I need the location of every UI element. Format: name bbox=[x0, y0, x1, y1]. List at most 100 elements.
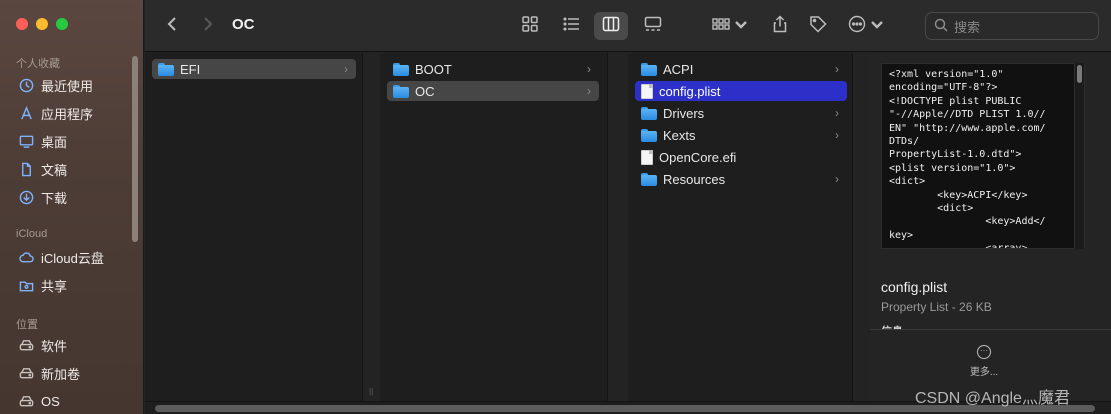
preview-file-name: config.plist bbox=[881, 279, 948, 295]
sidebar-item-label: 新加卷 bbox=[41, 366, 81, 382]
group-grid-icon bbox=[712, 15, 730, 38]
folder-icon bbox=[393, 84, 409, 98]
sidebar-item-label: OS bbox=[41, 393, 60, 409]
file-preview-content: <?xml version="1.0" encoding="UTF-8"?> <… bbox=[881, 63, 1085, 249]
preview-file-kind: Property List - 26 KB bbox=[881, 300, 992, 314]
more-button[interactable]: ··· 更多... bbox=[966, 345, 1002, 378]
sidebar-item-downloads[interactable]: 下载 bbox=[18, 187, 67, 207]
list-item-opencore-efi[interactable]: OpenCore.efi bbox=[635, 147, 847, 167]
list-item-boot[interactable]: BOOT › bbox=[387, 59, 599, 79]
list-item-efi[interactable]: EFI › bbox=[152, 59, 356, 79]
apps-icon bbox=[18, 105, 34, 121]
view-columns-button[interactable] bbox=[594, 12, 628, 40]
group-button[interactable] bbox=[711, 12, 751, 40]
list-item-label: OpenCore.efi bbox=[659, 149, 737, 165]
sidebar-item-disk-new-volume[interactable]: 新加卷 bbox=[18, 363, 80, 383]
grid-icon bbox=[521, 15, 539, 38]
chevron-down-icon bbox=[868, 15, 886, 38]
tag-button[interactable] bbox=[805, 12, 831, 40]
clock-icon bbox=[18, 77, 34, 93]
list-item-oc[interactable]: OC › bbox=[387, 81, 599, 101]
gallery-icon bbox=[644, 15, 662, 38]
minimize-button[interactable] bbox=[36, 18, 48, 30]
window-controls bbox=[16, 18, 68, 30]
chevron-right-icon bbox=[198, 15, 216, 38]
preview-divider bbox=[870, 329, 1111, 330]
forward-button[interactable] bbox=[195, 12, 219, 40]
sidebar-item-label: 桌面 bbox=[41, 134, 68, 150]
list-item-config-plist[interactable]: config.plist bbox=[635, 81, 847, 101]
list-item-acpi[interactable]: ACPI › bbox=[635, 59, 847, 79]
folder-icon bbox=[641, 172, 657, 186]
column-3[interactable]: ACPI › config.plist Drivers › Kexts › Op… bbox=[628, 53, 853, 401]
sidebar-item-desktop[interactable]: 桌面 bbox=[18, 131, 67, 151]
column-1[interactable]: EFI › || bbox=[145, 53, 373, 401]
watermark: CSDN @Angle灬魔君 bbox=[915, 390, 1070, 407]
view-list-button[interactable] bbox=[557, 12, 587, 40]
folder-icon bbox=[641, 62, 657, 76]
preview-scrollbar[interactable] bbox=[1074, 63, 1084, 249]
view-icons-button[interactable] bbox=[517, 12, 543, 40]
close-button[interactable] bbox=[16, 18, 28, 30]
folder-icon bbox=[641, 128, 657, 142]
search-icon bbox=[934, 18, 948, 35]
sidebar-item-disk-software[interactable]: 软件 bbox=[18, 335, 67, 355]
chevron-right-icon: › bbox=[835, 106, 839, 120]
sidebar-item-label: 文稿 bbox=[41, 162, 68, 178]
column-resize-handle[interactable]: || bbox=[369, 387, 377, 397]
chevron-right-icon: › bbox=[344, 62, 348, 76]
sidebar-item-applications[interactable]: 应用程序 bbox=[18, 103, 93, 123]
sidebar-item-recents[interactable]: 最近使用 bbox=[18, 75, 93, 95]
folder-icon bbox=[641, 106, 657, 120]
sidebar-item-documents[interactable]: 文稿 bbox=[18, 159, 67, 179]
plist-file-icon bbox=[641, 83, 653, 99]
sidebar-item-label: 下载 bbox=[41, 190, 68, 206]
sidebar-item-label: 最近使用 bbox=[41, 78, 94, 94]
sidebar-item-label: 共享 bbox=[41, 278, 68, 294]
sidebar-section-locations: 位置 bbox=[16, 319, 38, 331]
sidebar-item-icloud-drive[interactable]: iCloud云盘 bbox=[18, 247, 104, 267]
list-item-label: Drivers bbox=[663, 105, 705, 121]
list-icon bbox=[563, 15, 581, 38]
search-field[interactable]: 搜索 bbox=[925, 12, 1099, 40]
disk-icon bbox=[18, 393, 34, 409]
list-item-label: Resources bbox=[663, 171, 726, 187]
list-item-resources[interactable]: Resources › bbox=[635, 169, 847, 189]
chevron-right-icon: › bbox=[587, 62, 591, 76]
zoom-button[interactable] bbox=[56, 18, 68, 30]
list-item-label: EFI bbox=[180, 61, 201, 77]
sidebar-item-disk-os[interactable]: OS bbox=[18, 391, 60, 411]
list-item-label: OC bbox=[415, 83, 435, 99]
list-item-drivers[interactable]: Drivers › bbox=[635, 103, 847, 123]
preview-pane: <?xml version="1.0" encoding="UTF-8"?> <… bbox=[870, 53, 1111, 401]
action-button[interactable] bbox=[847, 12, 887, 40]
file-icon bbox=[641, 149, 653, 165]
sidebar: 个人收藏 最近使用 应用程序 桌面 文稿 下载 iCloud iCloud云盘 bbox=[0, 0, 144, 414]
chevron-left-icon bbox=[164, 15, 182, 38]
sidebar-scrollbar[interactable] bbox=[132, 56, 138, 242]
disk-icon bbox=[18, 365, 34, 381]
chevron-right-icon: › bbox=[835, 172, 839, 186]
sidebar-item-label: iCloud云盘 bbox=[41, 250, 104, 266]
document-icon bbox=[18, 161, 34, 177]
list-item-label: BOOT bbox=[415, 61, 452, 77]
list-item-kexts[interactable]: Kexts › bbox=[635, 125, 847, 145]
folder-icon bbox=[158, 62, 174, 76]
more-label: 更多... bbox=[969, 367, 999, 378]
view-gallery-button[interactable] bbox=[637, 12, 669, 40]
sidebar-section-favorites: 个人收藏 bbox=[16, 58, 60, 70]
chevron-right-icon: › bbox=[835, 128, 839, 142]
window-title: OC bbox=[232, 16, 255, 33]
download-icon bbox=[18, 189, 34, 205]
preview-scrollbar-thumb[interactable] bbox=[1077, 65, 1082, 83]
sidebar-item-label: 软件 bbox=[41, 338, 68, 354]
folder-icon bbox=[393, 62, 409, 76]
tag-icon bbox=[809, 15, 827, 38]
column-2[interactable]: BOOT › OC › bbox=[380, 53, 608, 401]
chevron-right-icon: › bbox=[835, 62, 839, 76]
share-button[interactable] bbox=[767, 12, 793, 40]
list-item-label: Kexts bbox=[663, 127, 696, 143]
list-item-label: ACPI bbox=[663, 61, 694, 77]
sidebar-item-shared[interactable]: 共享 bbox=[18, 275, 67, 295]
back-button[interactable] bbox=[161, 12, 185, 40]
